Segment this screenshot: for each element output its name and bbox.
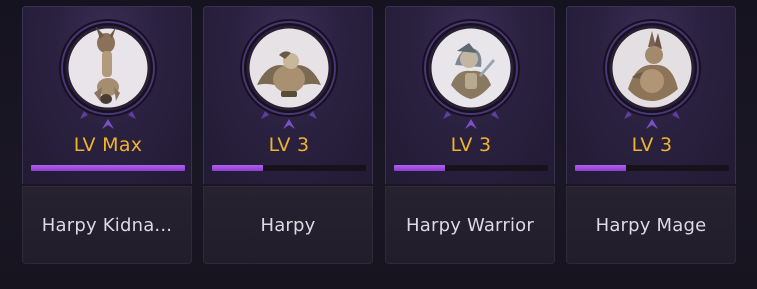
harpy-portrait-icon bbox=[239, 15, 339, 133]
card-portrait-panel: LV Max bbox=[22, 6, 192, 184]
monster-name: Harpy Warrior bbox=[406, 214, 534, 236]
xp-progress-bar bbox=[575, 165, 729, 171]
card-portrait-panel: LV 3 bbox=[385, 6, 555, 184]
xp-progress-fill bbox=[31, 165, 185, 171]
card-name-panel: Harpy Kidna... bbox=[22, 186, 192, 264]
monster-level: LV 3 bbox=[450, 134, 492, 156]
monster-level: LV 3 bbox=[268, 134, 310, 156]
monster-card-list: LV Max Harpy Kidna... LV 3 Harpy LV 3 Ha… bbox=[0, 0, 757, 289]
xp-progress-fill bbox=[394, 165, 445, 171]
card-name-panel: Harpy bbox=[203, 186, 373, 264]
xp-progress-fill bbox=[575, 165, 626, 171]
xp-progress-bar bbox=[31, 165, 185, 171]
monster-name: Harpy Mage bbox=[595, 214, 707, 236]
xp-progress-bar bbox=[394, 165, 548, 171]
card-name-panel: Harpy Warrior bbox=[385, 186, 555, 264]
harpy-mage-portrait-icon bbox=[602, 15, 702, 133]
card-name-panel: Harpy Mage bbox=[566, 186, 736, 264]
monster-name: Harpy bbox=[260, 214, 316, 236]
card-portrait-panel: LV 3 bbox=[203, 6, 373, 184]
harpy-kidnapper-portrait-icon bbox=[58, 15, 158, 133]
card-portrait-panel: LV 3 bbox=[566, 6, 736, 184]
xp-progress-fill bbox=[212, 165, 263, 171]
monster-name: Harpy Kidna... bbox=[41, 214, 173, 236]
xp-progress-bar bbox=[212, 165, 366, 171]
harpy-warrior-portrait-icon bbox=[421, 15, 521, 133]
monster-card[interactable]: LV 3 Harpy Warrior bbox=[385, 6, 555, 264]
monster-card[interactable]: LV 3 Harpy Mage bbox=[566, 6, 736, 264]
monster-card[interactable]: LV 3 Harpy bbox=[203, 6, 373, 264]
monster-card[interactable]: LV Max Harpy Kidna... bbox=[22, 6, 192, 264]
monster-level: LV 3 bbox=[631, 134, 673, 156]
monster-level: LV Max bbox=[73, 134, 143, 156]
